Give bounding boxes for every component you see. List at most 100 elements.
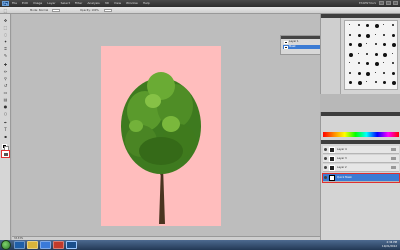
brush-preset-icon[interactable] xyxy=(357,52,359,54)
menu-select[interactable]: Select xyxy=(61,0,70,7)
brush-preset-icon[interactable] xyxy=(366,43,367,44)
menu-help[interactable]: Help xyxy=(143,0,150,7)
eyedropper-icon[interactable]: ✎ xyxy=(2,53,9,58)
brush-preset-icon[interactable] xyxy=(357,81,362,85)
menu-layer[interactable]: Layer xyxy=(47,0,55,7)
brush-preset-icon[interactable] xyxy=(349,52,353,57)
brush-preset-icon[interactable] xyxy=(383,24,384,25)
color-panel-tabs[interactable] xyxy=(321,112,400,116)
brush-preset-icon[interactable] xyxy=(374,24,379,28)
brush-preset-icon[interactable] xyxy=(391,71,395,75)
brush-preset-icon[interactable] xyxy=(366,62,369,65)
quick-mask-button[interactable] xyxy=(1,150,10,158)
brush-preset-icon[interactable] xyxy=(357,24,360,26)
brush-preset-icon[interactable] xyxy=(366,52,368,55)
color-ramp[interactable] xyxy=(323,132,399,137)
brush-preset-icon[interactable] xyxy=(391,33,395,37)
brush-preset-icon[interactable] xyxy=(383,33,385,36)
dodge-tool-icon[interactable]: ○ xyxy=(2,111,9,116)
blur-tool-icon[interactable]: ● xyxy=(2,104,9,109)
brush-preset-icon[interactable] xyxy=(374,71,376,73)
close-button[interactable] xyxy=(393,1,398,5)
layer-row[interactable]: Layer 3 xyxy=(323,155,399,163)
workspace-switcher[interactable]: ESSENTIALS xyxy=(359,1,376,6)
brush-preset-icon[interactable] xyxy=(383,71,385,74)
opacity-field[interactable] xyxy=(104,9,112,12)
lasso-tool-icon[interactable]: ◌ xyxy=(2,32,9,37)
eraser-tool-icon[interactable]: ▭ xyxy=(2,90,9,95)
ie-taskbar-icon[interactable] xyxy=(14,241,25,249)
brush-preset-icon[interactable] xyxy=(349,43,352,46)
brush-preset-grid[interactable] xyxy=(344,20,398,90)
brush-preset-icon[interactable] xyxy=(349,24,350,25)
history-brush-icon[interactable]: ↺ xyxy=(2,83,9,88)
layer-thumb-icon xyxy=(284,40,288,44)
type-tool-icon[interactable]: T xyxy=(2,127,9,132)
brush-preset-icon[interactable] xyxy=(349,81,352,84)
brush-preset-icon[interactable] xyxy=(366,71,370,76)
brush-preset-icon[interactable] xyxy=(391,52,393,54)
start-button[interactable] xyxy=(1,240,11,250)
clone-stamp-icon[interactable]: ⚲ xyxy=(2,76,9,81)
layer-row[interactable]: Layer 4 xyxy=(323,146,399,154)
tool-preset-icon[interactable]: ⬚ xyxy=(2,8,9,13)
layer-row-selected[interactable]: Quick Mask xyxy=(322,173,400,183)
visibility-eye-icon[interactable] xyxy=(324,157,327,160)
media-taskbar-icon[interactable] xyxy=(40,241,51,249)
app-taskbar-icon[interactable] xyxy=(53,241,64,249)
visibility-eye-icon[interactable] xyxy=(324,176,327,179)
canvas-area[interactable]: Layer 1 Mask 33.33% xyxy=(12,14,332,240)
brush-preset-icon[interactable] xyxy=(349,71,351,74)
marquee-tool-icon[interactable]: ⬚ xyxy=(2,25,9,30)
brush-preset-icon[interactable] xyxy=(357,71,361,75)
brush-preset-icon[interactable] xyxy=(374,33,376,35)
brush-preset-icon[interactable] xyxy=(374,52,378,56)
brush-preset-icon[interactable] xyxy=(349,62,350,63)
brush-preset-icon[interactable] xyxy=(374,43,377,45)
menu-image[interactable]: Image xyxy=(33,0,42,7)
brush-preset-icon[interactable] xyxy=(383,62,384,63)
visibility-eye-icon[interactable] xyxy=(324,166,327,169)
explorer-taskbar-icon[interactable] xyxy=(27,241,38,249)
menu-analysis[interactable]: Analysis xyxy=(87,0,99,7)
brush-preset-icon[interactable] xyxy=(349,33,351,36)
brush-preset-icon[interactable] xyxy=(357,62,360,64)
brush-preset-icon[interactable] xyxy=(391,62,394,64)
menu-view[interactable]: View xyxy=(114,0,121,7)
brush-preset-icon[interactable] xyxy=(391,24,394,26)
visibility-eye-icon[interactable] xyxy=(324,148,327,151)
magic-wand-icon[interactable]: ✦ xyxy=(2,39,9,44)
move-tool-icon[interactable]: ✥ xyxy=(2,18,9,23)
menu-3d[interactable]: 3D xyxy=(105,0,109,7)
brush-preset-icon[interactable] xyxy=(366,24,369,27)
crop-tool-icon[interactable]: ⌗ xyxy=(2,46,9,51)
healing-brush-icon[interactable]: ✚ xyxy=(2,62,9,67)
brush-preset-icon[interactable] xyxy=(383,52,387,57)
menu-window[interactable]: Window xyxy=(126,0,138,7)
menu-file[interactable]: File xyxy=(12,0,17,7)
minimize-button[interactable] xyxy=(379,1,384,5)
brush-preset-icon[interactable] xyxy=(357,33,361,37)
pen-tool-icon[interactable]: ✒ xyxy=(2,120,9,125)
brush-preset-icon[interactable] xyxy=(366,81,367,82)
brush-preset-icon[interactable] xyxy=(374,62,379,66)
layer-row[interactable]: Layer 2 xyxy=(323,164,399,172)
layers-panel-header[interactable] xyxy=(321,140,400,144)
brush-preset-icon[interactable] xyxy=(391,81,396,85)
photoshop-taskbar-icon[interactable] xyxy=(66,241,77,249)
shape-tool-icon[interactable]: ▪ xyxy=(2,134,9,139)
maximize-button[interactable] xyxy=(386,1,391,5)
brush-preset-icon[interactable] xyxy=(383,43,386,46)
brush-preset-icon[interactable] xyxy=(383,81,386,84)
brush-preset-icon[interactable] xyxy=(357,43,362,47)
menu-filter[interactable]: Filter xyxy=(75,0,82,7)
brush-tool-icon[interactable]: ✏ xyxy=(2,69,9,74)
brush-preset-icon[interactable] xyxy=(374,81,377,83)
mode-select[interactable] xyxy=(52,9,60,12)
menu-edit[interactable]: Edit xyxy=(22,0,28,7)
document-canvas[interactable] xyxy=(101,46,221,226)
brush-preset-icon[interactable] xyxy=(366,33,370,38)
gradient-tool-icon[interactable]: ▤ xyxy=(2,97,9,102)
collapsed-panel-icons[interactable] xyxy=(321,18,341,94)
brush-preset-icon[interactable] xyxy=(391,43,396,47)
